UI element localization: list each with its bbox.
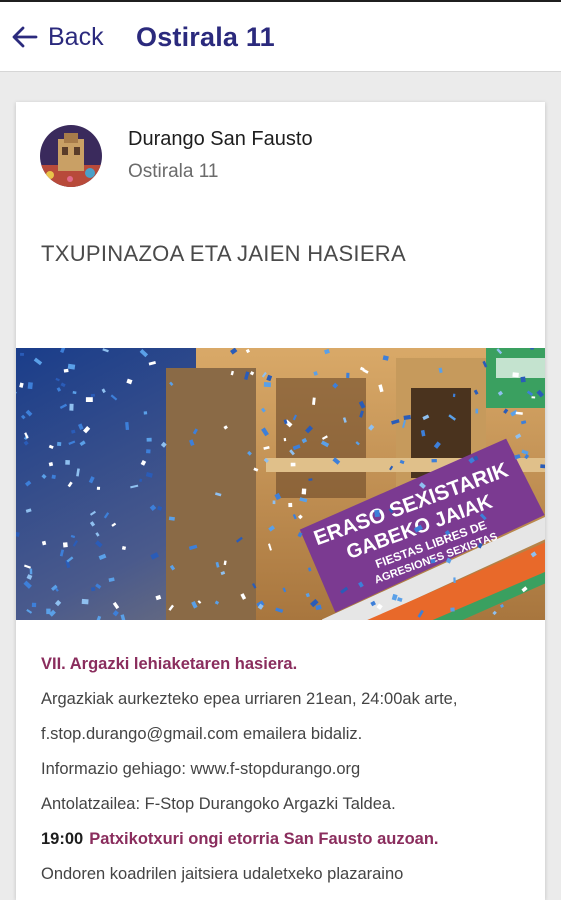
event-line: 19:00 Patxikotxuri ongi etorria San Faust… (41, 827, 536, 862)
app-header: Back Ostirala 11 (0, 0, 561, 72)
post-body: VII. Argazki lehiaketaren hasiera. Argaz… (41, 652, 536, 897)
body-line-2: f.stop.durango@gmail.com emailera bidali… (41, 725, 363, 743)
page-title: Ostirala 11 (136, 22, 275, 52)
post-heading: TXUPINAZOA ETA JAIEN HASIERA (41, 241, 406, 266)
body-line-5: Ondoren koadrilen jaitsiera udaletxeko p… (41, 865, 404, 883)
post-photo[interactable]: ERASO SEXISTARIK GABEKO JAIAK FIESTAS LI… (16, 348, 545, 620)
body-line-3: Informazio gehiago: www.f-stopdurango.or… (41, 760, 361, 778)
avatar[interactable] (40, 125, 102, 187)
post-date: Ostirala 11 (128, 161, 219, 182)
body-line-1: Argazkiak aurkezteko epea urriaren 21ean… (41, 690, 458, 708)
body-line-4: Antolatzailea: F-Stop Durangoko Argazki … (41, 795, 396, 813)
back-button[interactable]: Back (10, 20, 104, 54)
contest-subtitle: VII. Argazki lehiaketaren hasiera. (41, 655, 298, 673)
arrow-left-icon (12, 26, 38, 48)
author-name[interactable]: Durango San Fausto (128, 128, 313, 151)
event-title: Patxikotxuri ongi etorria San Fausto auz… (89, 830, 439, 848)
event-time: 19:00 (41, 830, 84, 848)
back-label: Back (48, 22, 104, 51)
post-card: Durango San Fausto Ostirala 11 TXUPINAZO… (16, 102, 545, 900)
